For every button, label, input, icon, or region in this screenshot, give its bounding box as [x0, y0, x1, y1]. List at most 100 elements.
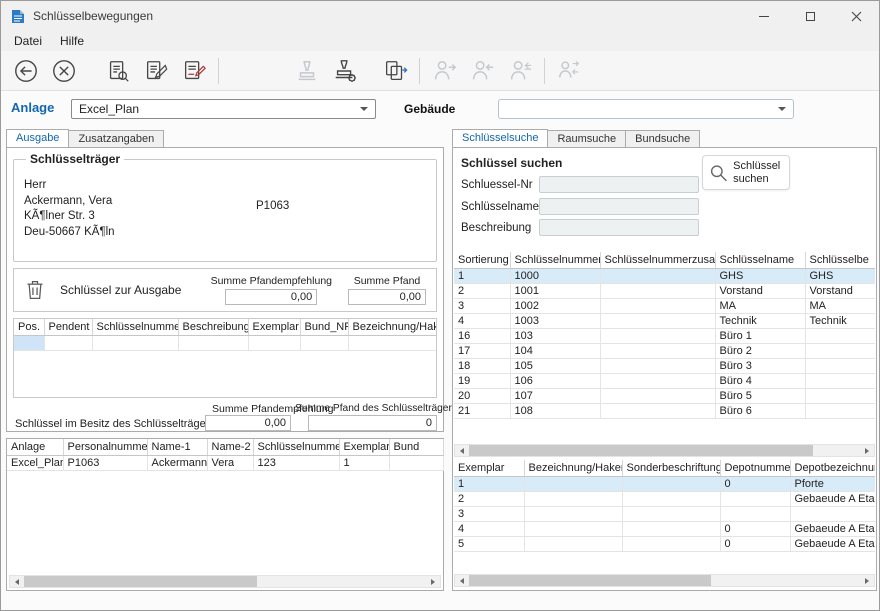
- table-row[interactable]: Excel_PlanP1063AckermannVera1231: [7, 456, 443, 471]
- scroll-right-button[interactable]: [426, 576, 440, 587]
- horizontal-scrollbar[interactable]: [454, 444, 875, 457]
- column-header[interactable]: Depotbezeichnung: [790, 460, 875, 477]
- table-cell: [805, 359, 875, 374]
- tab-bundsuche[interactable]: Bundsuche: [625, 130, 700, 148]
- tab-ausgabe[interactable]: Ausgabe: [6, 129, 69, 148]
- column-header[interactable]: Anlage: [7, 439, 63, 456]
- scrollbar-track[interactable]: [24, 576, 426, 587]
- person-in-button[interactable]: [463, 54, 501, 88]
- table-cell: [600, 269, 715, 284]
- stamp-settings-button[interactable]: [326, 54, 364, 88]
- column-header[interactable]: Schlüsselnummer: [92, 319, 178, 336]
- cancel-button[interactable]: [45, 54, 83, 88]
- table-row[interactable]: 50Gebaeude A Etage: [454, 537, 875, 552]
- table-row[interactable]: 3: [454, 507, 875, 522]
- tab-zusatzangaben[interactable]: Zusatzangaben: [68, 130, 164, 148]
- column-header[interactable]: Name-2: [207, 439, 253, 456]
- table-row[interactable]: 16103Büro 1: [454, 329, 875, 344]
- table-cell: 106: [510, 374, 600, 389]
- search-keys-button[interactable]: Schlüssel suchen: [702, 155, 790, 190]
- gebaeude-select[interactable]: [498, 99, 794, 119]
- maximize-button[interactable]: [787, 1, 833, 31]
- scrollbar-track[interactable]: [469, 445, 860, 456]
- table-row[interactable]: 11000GHSGHS: [454, 269, 875, 284]
- table-row[interactable]: 17104Büro 2: [454, 344, 875, 359]
- stamp-icon: [294, 58, 320, 84]
- arrow-right-icon: [431, 579, 435, 585]
- table-cell: 1002: [510, 299, 600, 314]
- column-header[interactable]: Pos.: [14, 319, 44, 336]
- key-name-input[interactable]: [539, 198, 699, 215]
- table-row[interactable]: 19106Büro 4: [454, 374, 875, 389]
- table-row[interactable]: 21001VorstandVorstand: [454, 284, 875, 299]
- app-icon: [11, 9, 25, 24]
- scrollbar-thumb[interactable]: [469, 575, 711, 586]
- column-header[interactable]: Pendent: [44, 319, 92, 336]
- document-edit-button[interactable]: [137, 54, 175, 88]
- column-header[interactable]: Bund: [389, 439, 443, 456]
- scrollbar-track[interactable]: [469, 575, 860, 586]
- person-return-button[interactable]: [501, 54, 539, 88]
- person-group-button[interactable]: [550, 54, 588, 88]
- delete-button[interactable]: [22, 277, 48, 303]
- column-header[interactable]: Schlüsselnummer: [253, 439, 339, 456]
- table-row[interactable]: 41003TechnikTechnik: [454, 314, 875, 329]
- scroll-left-button[interactable]: [10, 576, 24, 587]
- column-header[interactable]: Name-1: [147, 439, 207, 456]
- column-header[interactable]: Exemplar: [248, 319, 300, 336]
- table-row[interactable]: 21108Büro 6: [454, 404, 875, 419]
- column-header[interactable]: Beschreibung: [178, 319, 248, 336]
- table-row[interactable]: 2Gebaeude A Etage: [454, 492, 875, 507]
- table-row[interactable]: 18105Büro 3: [454, 359, 875, 374]
- table-row[interactable]: 10Pforte: [454, 477, 875, 492]
- table-row[interactable]: 20107Büro 5: [454, 389, 875, 404]
- issue-table-box: Pos.PendentSchlüsselnummerBeschreibungEx…: [13, 318, 437, 398]
- menu-datei[interactable]: Datei: [5, 32, 51, 50]
- column-header[interactable]: Exemplar: [339, 439, 389, 456]
- minimize-button[interactable]: [741, 1, 787, 31]
- column-header[interactable]: Sortierung: [454, 252, 510, 269]
- column-header[interactable]: Personalnummer: [63, 439, 147, 456]
- document-search-button[interactable]: [99, 54, 137, 88]
- scroll-left-button[interactable]: [455, 575, 469, 586]
- table-row[interactable]: 40Gebaeude A Etage: [454, 522, 875, 537]
- column-header[interactable]: Exemplar: [454, 460, 524, 477]
- person-out-button[interactable]: [425, 54, 463, 88]
- tab-schluesselsuche[interactable]: Schlüsselsuche: [452, 129, 548, 148]
- column-header[interactable]: Schlüsselbe: [805, 252, 875, 269]
- scrollbar-thumb[interactable]: [24, 576, 257, 587]
- toolbar-separator: [218, 58, 219, 84]
- table-cell: 19: [454, 374, 510, 389]
- key-no-input[interactable]: [539, 176, 699, 193]
- column-header[interactable]: Schlüsselnummerzusatz: [600, 252, 715, 269]
- chevron-down-icon: [360, 107, 368, 111]
- anlage-select[interactable]: Excel_Plan: [71, 99, 376, 119]
- table-row[interactable]: [14, 336, 436, 351]
- close-button[interactable]: [833, 1, 879, 31]
- column-header[interactable]: Schlüsselnummer: [510, 252, 600, 269]
- menu-hilfe[interactable]: Hilfe: [51, 32, 93, 50]
- scrollbar-thumb[interactable]: [469, 445, 813, 456]
- column-header[interactable]: Depotnummer: [720, 460, 790, 477]
- keys-table: SortierungSchlüsselnummerSchlüsselnummer…: [454, 252, 875, 419]
- stamp-button[interactable]: [288, 54, 326, 88]
- scroll-left-button[interactable]: [455, 445, 469, 456]
- back-button[interactable]: [7, 54, 45, 88]
- column-header[interactable]: Bezeichnung/Haken: [524, 460, 622, 477]
- horizontal-scrollbar[interactable]: [454, 574, 875, 587]
- description-input[interactable]: [539, 219, 699, 236]
- table-row[interactable]: 31002MAMA: [454, 299, 875, 314]
- column-header[interactable]: Schlüsselname: [715, 252, 805, 269]
- scroll-right-button[interactable]: [860, 445, 874, 456]
- scroll-right-button[interactable]: [860, 575, 874, 586]
- column-header[interactable]: Sonderbeschriftung: [622, 460, 720, 477]
- horizontal-scrollbar[interactable]: [9, 575, 441, 588]
- table-cell: 21: [454, 404, 510, 419]
- table-cell: [790, 507, 875, 522]
- column-header[interactable]: Bezeichnung/Haken: [348, 319, 436, 336]
- document-sign-button[interactable]: [175, 54, 213, 88]
- column-header[interactable]: Bund_NR: [300, 319, 348, 336]
- copy-button[interactable]: [376, 54, 414, 88]
- tab-raumsuche[interactable]: Raumsuche: [547, 130, 626, 148]
- search-title: Schlüssel suchen: [461, 156, 562, 170]
